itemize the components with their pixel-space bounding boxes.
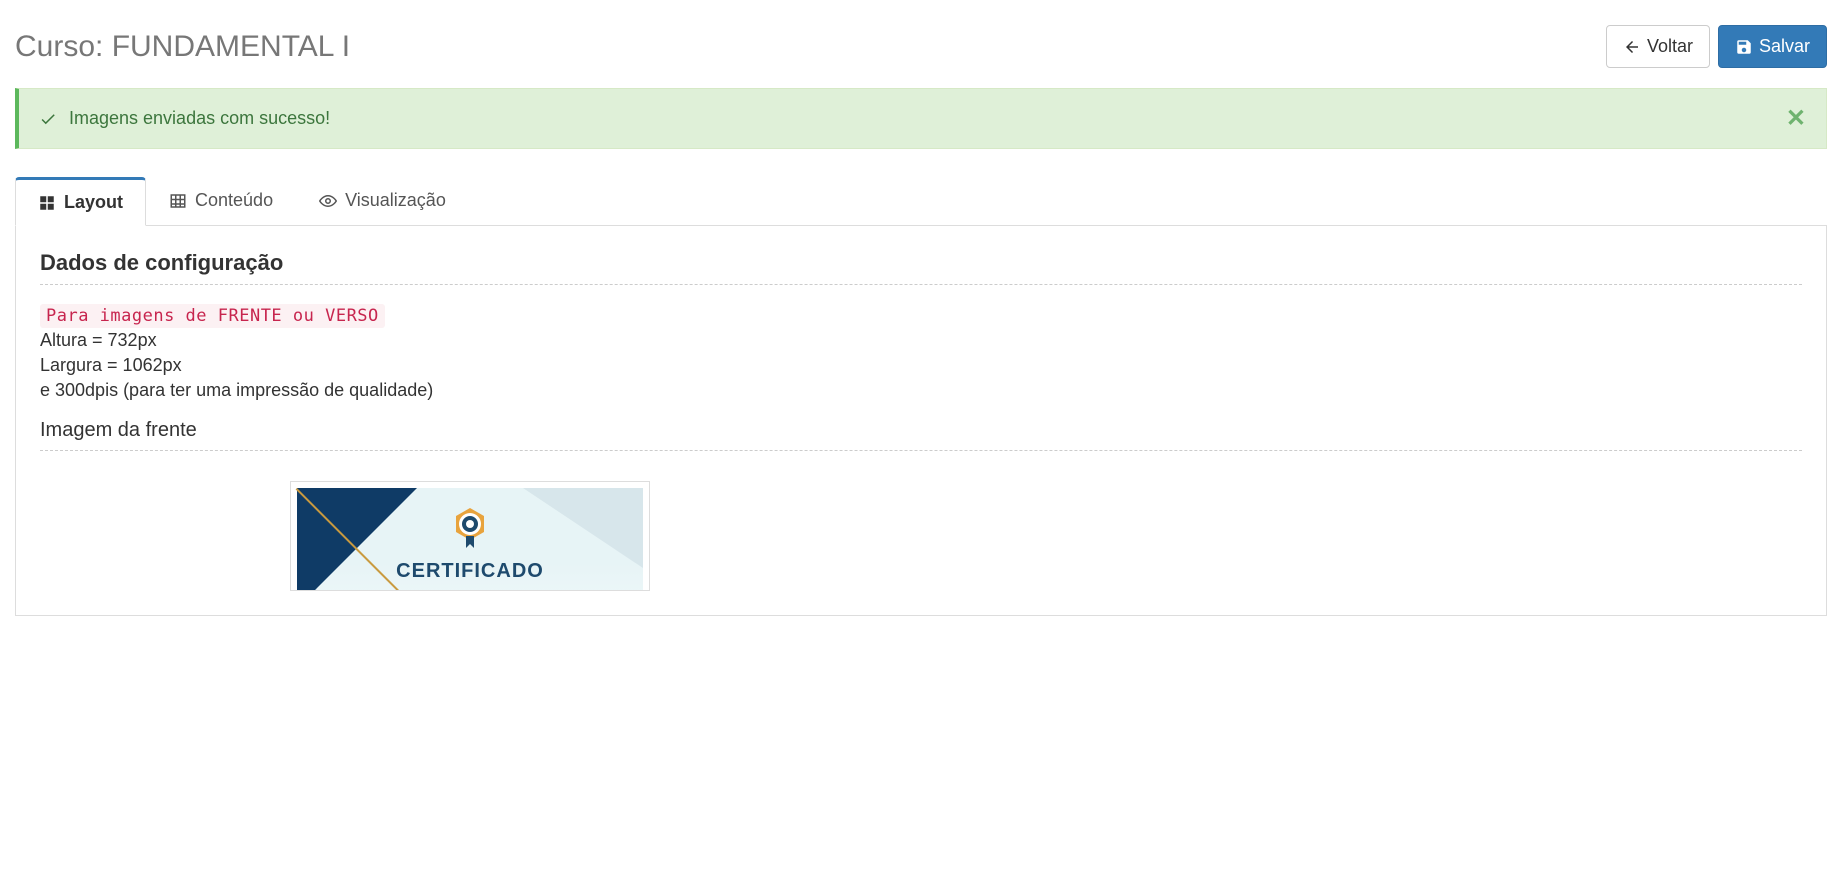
dpi-line: e 300dpis (para ter uma impressão de qua… xyxy=(40,380,1802,401)
alert-close-button[interactable]: ✕ xyxy=(1786,104,1806,133)
save-button[interactable]: Salvar xyxy=(1718,25,1827,68)
tab-layout[interactable]: Layout xyxy=(15,177,146,226)
cert-decoration xyxy=(523,488,643,568)
tab-label: Layout xyxy=(64,192,123,213)
tab-label: Conteúdo xyxy=(195,190,273,211)
eye-icon xyxy=(319,192,337,210)
config-heading: Dados de configuração xyxy=(40,250,1802,285)
save-icon xyxy=(1735,38,1753,56)
badge-icon xyxy=(452,506,488,548)
height-line: Altura = 732px xyxy=(40,330,1802,351)
tab-bar: Layout Conteúdo Visualização xyxy=(15,177,1827,226)
width-line: Largura = 1062px xyxy=(40,355,1802,376)
page-title: Curso: FUNDAMENTAL I xyxy=(15,30,350,64)
tab-visualizacao[interactable]: Visualização xyxy=(296,177,469,224)
tab-conteudo[interactable]: Conteúdo xyxy=(146,177,296,224)
alert-message: Imagens enviadas com sucesso! xyxy=(69,108,330,129)
check-icon xyxy=(39,110,57,128)
image-hint-code: Para imagens de FRENTE ou VERSO xyxy=(40,304,385,328)
front-image-heading: Imagem da frente xyxy=(40,419,1802,451)
tab-label: Visualização xyxy=(345,190,446,211)
back-button-label: Voltar xyxy=(1647,34,1693,59)
back-button[interactable]: Voltar xyxy=(1606,25,1710,68)
config-info: Para imagens de FRENTE ou VERSO Altura =… xyxy=(40,305,1802,401)
certificate-front-preview[interactable]: CERTIFICADO xyxy=(290,481,650,591)
save-button-label: Salvar xyxy=(1759,34,1810,59)
header-actions: Voltar Salvar xyxy=(1606,25,1827,68)
tab-content-layout: Dados de configuração Para imagens de FR… xyxy=(15,226,1827,616)
table-icon xyxy=(169,192,187,210)
grid-icon xyxy=(38,194,56,212)
success-alert: Imagens enviadas com sucesso! ✕ xyxy=(15,88,1827,149)
arrow-left-icon xyxy=(1623,38,1641,56)
cert-title: CERTIFICADO xyxy=(297,560,643,583)
